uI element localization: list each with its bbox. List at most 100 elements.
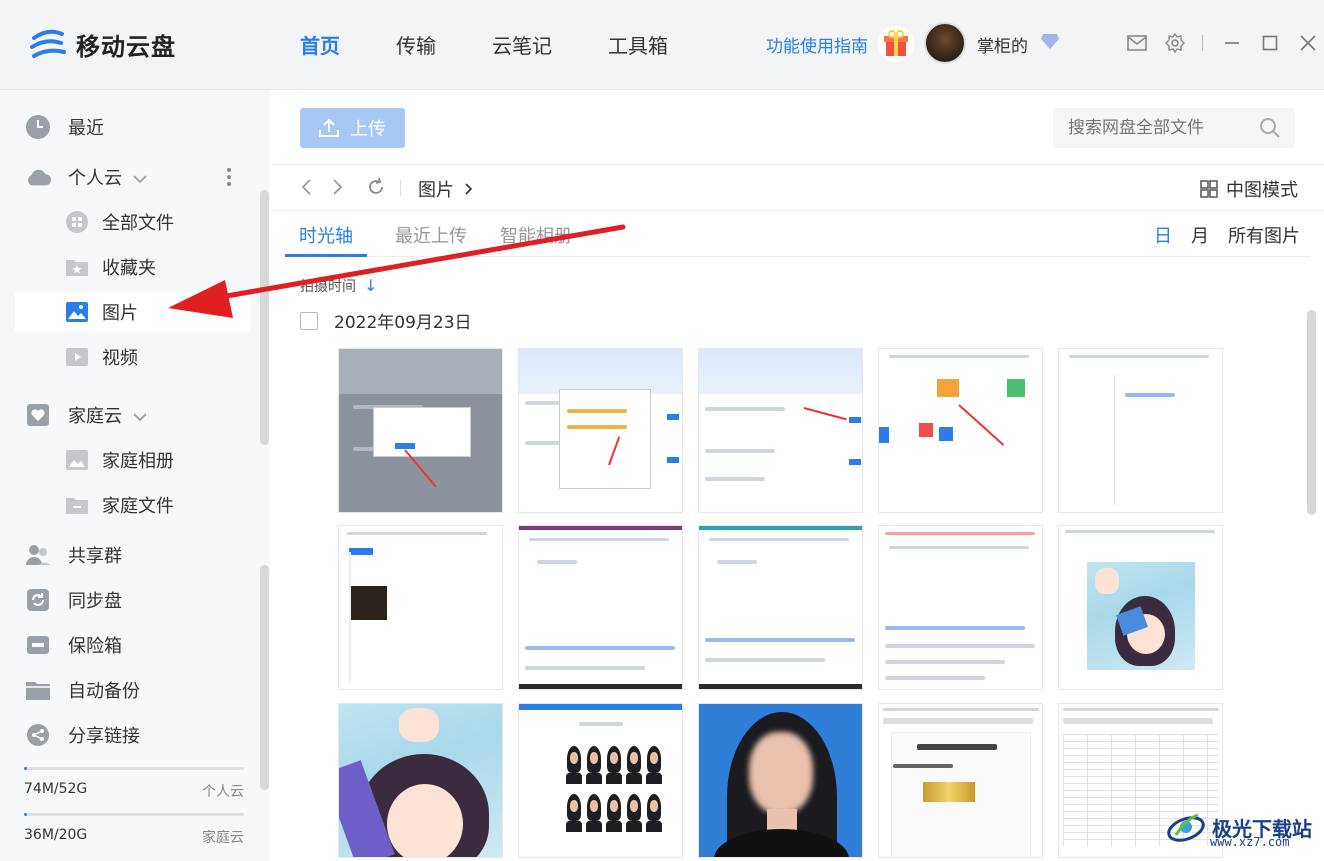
- sidebar-item-all-files[interactable]: 全部文件: [0, 202, 250, 242]
- upload-icon: [319, 118, 339, 137]
- search-icon[interactable]: [1259, 117, 1281, 143]
- star-folder-icon: [64, 254, 90, 280]
- window-controls-separator: [1202, 35, 1203, 51]
- sheet-col-line: [1159, 734, 1160, 846]
- sidebar-item-favorites[interactable]: 收藏夹: [0, 247, 250, 287]
- tab-recent-upload[interactable]: 最近上传: [395, 222, 467, 248]
- id-photo-cell: [565, 792, 583, 832]
- sidebar-item-family-album[interactable]: 家庭相册: [0, 440, 250, 480]
- photo-thumbnail[interactable]: [698, 348, 863, 513]
- tab-timeline[interactable]: 时光轴: [299, 222, 353, 248]
- range-month[interactable]: 月: [1191, 222, 1209, 248]
- upload-button[interactable]: 上传: [300, 108, 405, 148]
- close-icon[interactable]: [1297, 32, 1319, 54]
- range-day[interactable]: 日: [1154, 222, 1172, 248]
- top-nav: 首页 传输 云笔记 工具箱: [300, 30, 724, 59]
- avatar[interactable]: [924, 22, 966, 64]
- sidebar-item-personal-cloud[interactable]: 个人云: [0, 157, 250, 197]
- sheet-col-line: [1111, 734, 1112, 846]
- app-logo: 移动云盘: [28, 24, 176, 64]
- sidebar-item-family-cloud[interactable]: 家庭云: [0, 395, 250, 435]
- sidebar-item-family-files[interactable]: 家庭文件: [0, 485, 250, 525]
- sidebar-item-recent[interactable]: 最近: [0, 107, 250, 147]
- guide-link[interactable]: 功能使用指南: [766, 32, 868, 57]
- id-photo-cell: [585, 792, 603, 832]
- safe-box-icon: [25, 632, 51, 658]
- main-scrollbar[interactable]: [1307, 310, 1316, 515]
- settings-gear-icon[interactable]: [1164, 32, 1186, 54]
- sidebar-item-label: 家庭文件: [102, 496, 174, 517]
- photo-thumbnail[interactable]: [338, 703, 503, 858]
- username[interactable]: 掌柜的: [977, 32, 1028, 57]
- folder-icon: [64, 492, 90, 518]
- tab-active-indicator: [285, 254, 367, 257]
- breadcrumb-current: 图片: [418, 180, 454, 201]
- tab-smart-album[interactable]: 智能相册: [500, 222, 572, 248]
- nav-home[interactable]: 首页: [300, 30, 340, 59]
- photo-thumbnail[interactable]: [518, 525, 683, 690]
- sidebar-item-label: 个人云: [68, 164, 148, 190]
- sort-control[interactable]: 拍摄时间 ↓: [300, 276, 377, 296]
- photo-thumbnail[interactable]: [338, 348, 503, 513]
- sort-label: 拍摄时间: [300, 279, 356, 295]
- nav-transfer[interactable]: 传输: [396, 30, 436, 59]
- nav-toolbox[interactable]: 工具箱: [608, 30, 668, 59]
- photo-thumbnail[interactable]: [878, 703, 1043, 858]
- breadcrumb[interactable]: 图片: [418, 176, 474, 202]
- view-mode-label: 中图模式: [1226, 180, 1298, 201]
- maximize-icon[interactable]: [1259, 32, 1281, 54]
- sidebar-item-pictures[interactable]: 图片: [15, 292, 250, 332]
- sidebar-item-share-link[interactable]: 分享链接: [0, 715, 250, 755]
- sidebar-item-label: 全部文件: [102, 213, 174, 234]
- sidebar-scrollbar[interactable]: [260, 190, 269, 445]
- mail-icon[interactable]: [1126, 32, 1148, 54]
- select-group-checkbox[interactable]: [300, 311, 318, 330]
- nav-cloud-notes[interactable]: 云笔记: [492, 30, 552, 59]
- photo-thumbnail[interactable]: [518, 348, 683, 513]
- minimize-icon[interactable]: [1221, 32, 1243, 54]
- view-mode-toggle[interactable]: 中图模式: [1200, 176, 1298, 202]
- sidebar-item-label: 家庭云: [68, 402, 148, 428]
- photo-thumbnail[interactable]: [878, 525, 1043, 690]
- sidebar-item-videos[interactable]: 视频: [0, 337, 250, 377]
- more-vertical-icon[interactable]: [226, 167, 232, 191]
- quota-used: 74M/52G: [24, 781, 88, 797]
- sidebar-item-share-group[interactable]: 共享群: [0, 535, 250, 575]
- photo-thumbnail[interactable]: [1058, 348, 1223, 513]
- quota-used: 36M/20G: [24, 827, 88, 843]
- heart-icon: [25, 402, 51, 428]
- photo-thumbnail[interactable]: [878, 348, 1043, 513]
- range-all[interactable]: 所有图片: [1228, 222, 1300, 248]
- sheet-col-line: [1135, 734, 1136, 846]
- album-icon: [64, 447, 90, 473]
- sidebar-item-auto-backup[interactable]: 自动备份: [0, 670, 250, 710]
- watermark-url: www.xz7.com: [1210, 835, 1290, 849]
- forward-arrow-icon[interactable]: [332, 178, 344, 200]
- gift-icon[interactable]: [878, 26, 914, 62]
- tabs-baseline: [285, 256, 1310, 257]
- sidebar-item-label: 分享链接: [68, 726, 140, 747]
- search-input[interactable]: [1053, 108, 1243, 148]
- photo-thumbnail[interactable]: [698, 703, 863, 858]
- sidebar-scrollbar-lower[interactable]: [260, 565, 269, 790]
- sidebar-item-sync-disk[interactable]: 同步盘: [0, 580, 250, 620]
- share-icon: [25, 722, 51, 748]
- sidebar-item-safe-box[interactable]: 保险箱: [0, 625, 250, 665]
- photo-thumbnail[interactable]: [518, 703, 683, 858]
- app-window: 移动云盘 首页 传输 云笔记 工具箱 功能使用指南 掌柜的 最近 个人云 全部文…: [0, 0, 1324, 861]
- refresh-icon[interactable]: [366, 177, 386, 201]
- id-photo-cell: [625, 792, 643, 832]
- photo-thumbnail[interactable]: [1058, 525, 1223, 690]
- photo-thumbnail[interactable]: [698, 525, 863, 690]
- quota-family: 36M/20G 家庭云: [24, 813, 244, 846]
- cloud-logo-icon: [28, 24, 68, 64]
- sidebar: 最近 个人云 全部文件 收藏夹 图片 视频 家庭云 家庭相册 家庭文件 共享群 …: [0, 90, 270, 861]
- photo-thumbnail[interactable]: [338, 525, 503, 690]
- id-photo-cell: [585, 744, 603, 784]
- image-icon: [64, 299, 90, 325]
- chevron-down-icon: [133, 175, 147, 184]
- back-arrow-icon[interactable]: [300, 178, 312, 200]
- id-photo-cell: [645, 744, 663, 784]
- quota-bar: [24, 813, 244, 816]
- sidebar-item-label: 自动备份: [68, 681, 140, 702]
